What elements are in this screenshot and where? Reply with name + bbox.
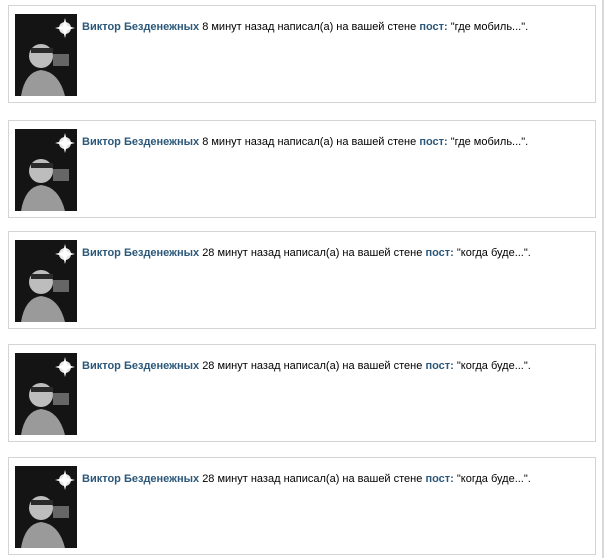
post-link[interactable]: пост: (419, 21, 447, 33)
notification-card: Виктор Безденежных 8 минут назад написал… (8, 120, 596, 218)
timestamp: 28 минут назад (202, 360, 281, 372)
author-link[interactable]: Виктор Безденежных (82, 247, 199, 259)
notification-card: Виктор Безденежных 28 минут назад написа… (8, 344, 596, 442)
post-link[interactable]: пост: (425, 247, 453, 259)
notification-text: Виктор Безденежных 28 минут назад написа… (82, 472, 531, 486)
action-text: написал(а) на вашей стене (277, 21, 417, 33)
post-quote: "где мобиль...". (450, 136, 529, 148)
author-link[interactable]: Виктор Безденежных (82, 473, 199, 485)
notification-card: Виктор Безденежных 8 минут назад написал… (8, 5, 596, 103)
action-text: написал(а) на вашей стене (283, 473, 423, 485)
post-quote: "когда буде...". (456, 360, 531, 372)
post-quote: "когда буде...". (456, 247, 531, 259)
action-text: написал(а) на вашей стене (283, 360, 423, 372)
avatar[interactable] (15, 14, 77, 96)
action-text: написал(а) на вашей стене (283, 247, 423, 259)
post-link[interactable]: пост: (425, 473, 453, 485)
notification-text: Виктор Безденежных 8 минут назад написал… (82, 20, 528, 34)
notification-card: Виктор Безденежных 28 минут назад написа… (8, 457, 596, 555)
post-quote: "где мобиль...". (450, 21, 529, 33)
timestamp: 8 минут назад (202, 136, 275, 148)
avatar[interactable] (15, 240, 77, 322)
author-link[interactable]: Виктор Безденежных (82, 360, 199, 372)
notification-text: Виктор Безденежных 28 минут назад написа… (82, 359, 531, 373)
timestamp: 28 минут назад (202, 247, 281, 259)
post-link[interactable]: пост: (419, 136, 447, 148)
author-link[interactable]: Виктор Безденежных (82, 21, 199, 33)
avatar[interactable] (15, 466, 77, 548)
timestamp: 8 минут назад (202, 21, 275, 33)
post-quote: "когда буде...". (456, 473, 531, 485)
notification-card: Виктор Безденежных 28 минут назад написа… (8, 231, 596, 329)
post-link[interactable]: пост: (425, 360, 453, 372)
notification-text: Виктор Безденежных 28 минут назад написа… (82, 246, 531, 260)
timestamp: 28 минут назад (202, 473, 281, 485)
avatar[interactable] (15, 129, 77, 211)
avatar[interactable] (15, 353, 77, 435)
notification-text: Виктор Безденежных 8 минут назад написал… (82, 135, 528, 149)
action-text: написал(а) на вашей стене (277, 136, 417, 148)
author-link[interactable]: Виктор Безденежных (82, 136, 199, 148)
